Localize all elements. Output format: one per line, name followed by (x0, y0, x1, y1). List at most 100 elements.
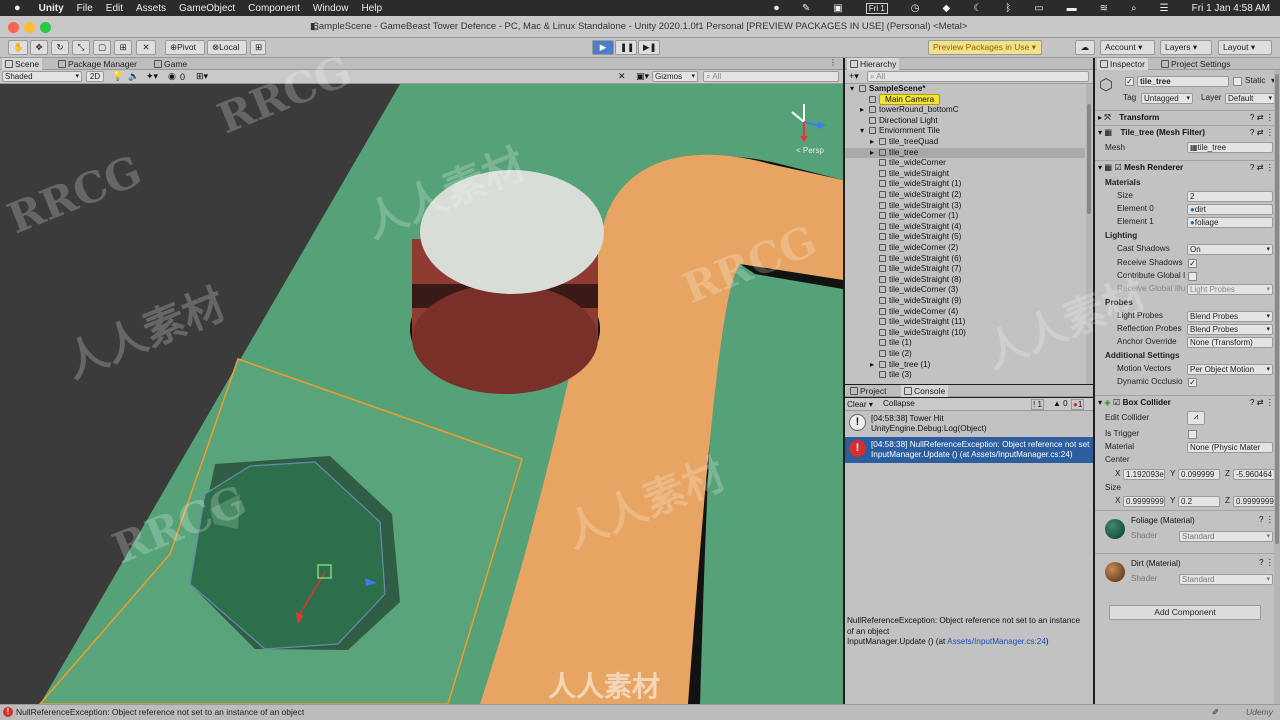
tab-inspector[interactable]: Inspector (1097, 58, 1148, 70)
console-entry-error[interactable]: ! [04:58:38] NullReferenceException: Obj… (845, 437, 1093, 463)
tools-icon[interactable]: ✕ (618, 71, 626, 82)
mesh-filter-menu-icon[interactable]: ? ⇄ ⋮ (1250, 126, 1274, 140)
hierarchy-item[interactable]: tile_wideStraight (845, 169, 1085, 180)
contribute-gi-checkbox[interactable] (1188, 272, 1197, 281)
foldout-arrow-icon[interactable]: ▸ (870, 360, 879, 371)
tag-dropdown[interactable]: Untagged (1141, 93, 1193, 104)
is-trigger-checkbox[interactable] (1188, 430, 1197, 439)
center-y-field[interactable]: 0.099999 (1178, 469, 1220, 480)
minimize-window-button[interactable] (24, 22, 35, 33)
menu-component[interactable]: Component (248, 3, 300, 14)
inspector-scrollbar[interactable] (1274, 70, 1280, 704)
move-tool-button[interactable]: ✥ (30, 40, 48, 55)
clear-button[interactable]: Clear ▾ (847, 399, 873, 409)
foliage-menu-icon[interactable]: ? ⋮ (1259, 515, 1274, 525)
light-probes-dropdown[interactable]: Blend Probes (1187, 311, 1273, 322)
hierarchy-item[interactable]: tile_wideStraight (11) (845, 317, 1085, 328)
menu-gameobject[interactable]: GameObject (179, 3, 235, 14)
box-collider-menu-icon[interactable]: ? ⇄ ⋮ (1250, 396, 1274, 410)
size-x-field[interactable]: 0.9999999 (1123, 496, 1165, 507)
dirt-material-section[interactable]: Dirt (Material) Shader Standard ? ⋮ (1095, 553, 1280, 595)
transform-header[interactable]: ▸ ⤧ Transform ? ⇄ ⋮ (1095, 110, 1280, 124)
hierarchy-item[interactable]: ▸ towerRound_bottomC (845, 105, 1085, 116)
foliage-material-section[interactable]: Foliage (Material) Shader Standard ? ⋮ (1095, 510, 1280, 552)
hierarchy-scroll-thumb[interactable] (1087, 104, 1091, 214)
reflection-probes-dropdown[interactable]: Blend Probes (1187, 324, 1273, 335)
hierarchy-item[interactable]: tile_wideStraight (10) (845, 328, 1085, 339)
tab-project[interactable]: Project (847, 385, 889, 397)
hierarchy-item[interactable]: tile_wideStraight (7) (845, 264, 1085, 275)
probes-foldout[interactable]: Probes (1105, 297, 1133, 309)
lighting-toggle-icon[interactable]: 💡 (112, 71, 123, 82)
mesh-filter-header[interactable]: ▾ ▦ Tile_tree (Mesh Filter) ? ⇄ ⋮ (1095, 125, 1280, 139)
tab-package-manager[interactable]: Package Manager (55, 58, 140, 70)
close-window-button[interactable] (8, 22, 19, 33)
hierarchy-item[interactable]: tile_wideStraight (1) (845, 179, 1085, 190)
foldout-arrow-icon[interactable]: ▸ (870, 137, 879, 148)
battery-icon[interactable]: ▬ (1067, 3, 1077, 14)
search-icon[interactable]: ⌕ (1131, 3, 1137, 14)
persp-label[interactable]: < Persp (796, 146, 824, 155)
element1-field[interactable]: ●foliage (1187, 217, 1273, 228)
error-count-toggle[interactable]: ●1 (1071, 399, 1085, 410)
hierarchy-item[interactable]: tile_wideCorner (3) (845, 285, 1085, 296)
clock-icon[interactable]: ◷ (911, 3, 920, 14)
pivot-toggle[interactable]: ⊕Pivot (165, 40, 205, 55)
tab-scene[interactable]: Scene (2, 58, 43, 70)
element0-field[interactable]: ●dirt (1187, 204, 1273, 215)
hierarchy-item[interactable]: ▸ tile_tree (1) (845, 360, 1085, 371)
receive-shadows-checkbox[interactable]: ✓ (1188, 259, 1197, 268)
lighting-foldout[interactable]: Lighting (1105, 230, 1137, 242)
size-y-field[interactable]: 0.2 (1178, 496, 1220, 507)
detail-link[interactable]: Assets/InputManager.cs:24 (947, 637, 1046, 646)
menu-file[interactable]: File (77, 3, 93, 14)
collapse-button[interactable]: Collapse (883, 399, 915, 408)
foliage-shader-dropdown[interactable]: Standard (1179, 531, 1273, 542)
hierarchy-item[interactable]: tile_wideStraight (3) (845, 201, 1085, 212)
shading-dropdown[interactable]: Shaded (2, 71, 82, 82)
control-center-icon[interactable]: ☰ (1160, 3, 1169, 14)
box-collider-checkbox[interactable]: ☑ (1113, 398, 1120, 407)
dynamic-occlusion-checkbox[interactable]: ✓ (1188, 378, 1197, 387)
log-count-toggle[interactable]: ! 1 (1031, 399, 1044, 410)
hierarchy-search-input[interactable]: ⌕ All (867, 71, 1089, 82)
pause-button[interactable]: ❚❚ (615, 40, 637, 55)
menu-assets[interactable]: Assets (136, 3, 166, 14)
hierarchy-item[interactable]: Main Camera (845, 93, 1085, 106)
hierarchy-item[interactable]: ▾ Enviornment Tile (845, 126, 1085, 137)
size-z-field[interactable]: 0.9999999 (1233, 496, 1275, 507)
materials-foldout[interactable]: Materials (1105, 177, 1141, 189)
hierarchy-item[interactable]: tile_wideCorner (845, 158, 1085, 169)
hierarchy-item[interactable]: tile_wideCorner (1) (845, 211, 1085, 222)
hierarchy-item[interactable]: tile (1) (845, 338, 1085, 349)
hierarchy-item[interactable]: tile_wideStraight (6) (845, 254, 1085, 265)
static-checkbox[interactable] (1233, 77, 1242, 86)
hierarchy-item[interactable]: tile (3) (845, 370, 1085, 381)
layer-dropdown[interactable]: Default (1225, 93, 1275, 104)
camera-icon[interactable]: ▣ (833, 3, 842, 14)
transform-tool-button[interactable]: ⊞ (114, 40, 132, 55)
hand-tool-button[interactable]: ✋ (8, 40, 28, 55)
brand-icon[interactable]: ◆ (943, 3, 951, 14)
hierarchy-item[interactable]: tile_wideCorner (2) (845, 243, 1085, 254)
tab-game[interactable]: Game (151, 58, 190, 70)
menu-window[interactable]: Window (313, 3, 349, 14)
step-button[interactable]: ▶❚ (638, 40, 660, 55)
layers-dropdown[interactable]: Layers ▾ (1160, 40, 1212, 55)
layout-dropdown[interactable]: Layout ▾ (1218, 40, 1272, 55)
warn-count-toggle[interactable]: ▲ 0 (1053, 399, 1068, 408)
grid-snap-button[interactable]: ⊞ (250, 40, 266, 55)
visibility-icon[interactable]: ◉ (168, 71, 176, 82)
mesh-renderer-header[interactable]: ▾ ▦ ☑ Mesh Renderer ? ⇄ ⋮ (1095, 160, 1280, 174)
hierarchy-item[interactable]: ▸ tile_tree (845, 147, 1085, 159)
play-button[interactable]: ▶ (592, 40, 614, 55)
scene-view[interactable]: < Persp (0, 84, 843, 704)
hierarchy-scrollbar[interactable] (1086, 84, 1092, 384)
wifi-icon[interactable]: ≋ (1100, 3, 1108, 14)
tab-console[interactable]: Console (901, 385, 949, 397)
camera-settings-icon[interactable]: ▣▾ (636, 71, 649, 82)
hierarchy-item[interactable]: tile_wideStraight (4) (845, 222, 1085, 233)
active-checkbox[interactable]: ✓ (1125, 77, 1134, 86)
hierarchy-item[interactable]: tile_wideStraight (8) (845, 275, 1085, 286)
bluetooth-icon[interactable]: ᛒ (1005, 3, 1011, 14)
